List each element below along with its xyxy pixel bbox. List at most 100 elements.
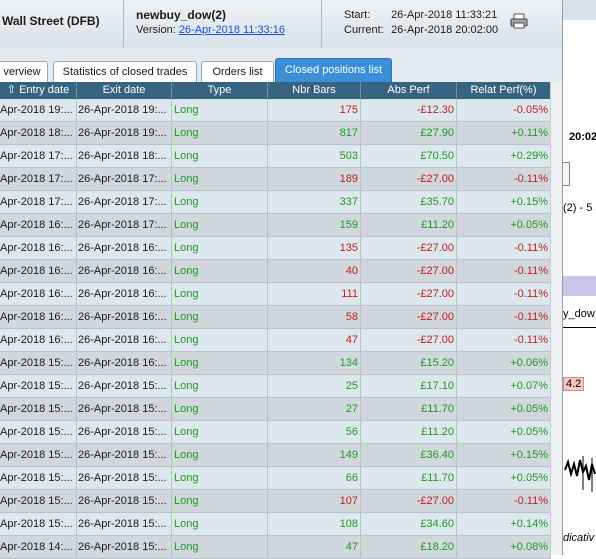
print-icon[interactable]: [510, 13, 528, 29]
sort-up-icon: ⇧: [6, 84, 16, 96]
exit-date-cell: 26-Apr-2018 15:...: [77, 398, 172, 421]
table-row[interactable]: Apr-2018 15:... 26-Apr-2018 15:... Long 149…: [0, 444, 551, 467]
chart-dropdown[interactable]: [563, 162, 570, 186]
entry-date-cell: Apr-2018 14:...: [0, 536, 77, 559]
table-header: ⇧ Entry date Exit date Type Nbr Bars Abs…: [0, 82, 551, 99]
table-row[interactable]: Apr-2018 16:... 26-Apr-2018 16:... Long 58-…: [0, 306, 551, 329]
table-row[interactable]: Apr-2018 15:... 26-Apr-2018 15:... Long 66 £…: [0, 467, 551, 490]
abs-perf-cell: -£27.00: [361, 237, 457, 260]
type-cell: Long: [172, 352, 268, 375]
type-cell: Long: [172, 122, 268, 145]
chart-band: [563, 276, 596, 296]
relat-perf-cell: -0.05%: [457, 99, 551, 122]
tab-orders-list[interactable]: Orders list: [201, 61, 274, 82]
exit-date-cell: 26-Apr-2018 19:...: [77, 122, 172, 145]
abs-perf-cell: -£27.00: [361, 329, 457, 352]
abs-perf-cell: £18.20: [361, 536, 457, 559]
col-exit-date[interactable]: Exit date: [77, 82, 172, 99]
relat-perf-cell: +0.14%: [457, 513, 551, 536]
table-row[interactable]: Apr-2018 18:... 26-Apr-2018 19:... Long 817…: [0, 122, 551, 145]
exit-date-cell: 26-Apr-2018 15:...: [77, 444, 172, 467]
relat-perf-cell: -0.11%: [457, 490, 551, 513]
current-row: Current: 26-Apr-2018 20:02:00: [344, 24, 498, 36]
nbr-bars-cell: 66: [268, 467, 361, 490]
chart-toolbar: [563, 0, 596, 20]
exit-date-cell: 26-Apr-2018 16:...: [77, 237, 172, 260]
table-row[interactable]: Apr-2018 15:... 26-Apr-2018 15:... Long 108…: [0, 513, 551, 536]
abs-perf-cell: £27.90: [361, 122, 457, 145]
table-row[interactable]: Apr-2018 15:... 26-Apr-2018 15:... Long 56 £…: [0, 421, 551, 444]
entry-date-cell: Apr-2018 15:...: [0, 398, 77, 421]
abs-perf-cell: £34.60: [361, 513, 457, 536]
table-row[interactable]: Apr-2018 17:... 26-Apr-2018 18:... Long 503…: [0, 145, 551, 168]
entry-date-cell: Apr-2018 15:...: [0, 444, 77, 467]
current-value: 26-Apr-2018 20:02:00: [391, 24, 499, 36]
type-cell: Long: [172, 421, 268, 444]
table-row[interactable]: Apr-2018 15:... 26-Apr-2018 16:... Long 134…: [0, 352, 551, 375]
table-row[interactable]: Apr-2018 14:... 26-Apr-2018 15:... Long 47 £…: [0, 536, 551, 559]
tab-closed-positions[interactable]: Closed positions list: [275, 58, 392, 82]
relat-perf-cell: +0.11%: [457, 122, 551, 145]
table-row[interactable]: Apr-2018 17:... 26-Apr-2018 17:... Long 189…: [0, 168, 551, 191]
relat-perf-cell: +0.05%: [457, 398, 551, 421]
table-row[interactable]: Apr-2018 16:... 26-Apr-2018 16:... Long 111…: [0, 283, 551, 306]
chart-candles: [564, 456, 596, 492]
col-entry-date[interactable]: ⇧ Entry date: [0, 82, 77, 99]
relat-perf-cell: +0.05%: [457, 467, 551, 490]
chart-series-label: (2) - 5 s: [563, 202, 596, 214]
tab-statistics[interactable]: Statistics of closed trades: [53, 61, 197, 82]
col-abs-perf[interactable]: Abs Perf: [361, 82, 457, 99]
entry-date-cell: Apr-2018 15:...: [0, 513, 77, 536]
entry-date-cell: Apr-2018 18:...: [0, 122, 77, 145]
exit-date-cell: 26-Apr-2018 15:...: [77, 536, 172, 559]
relat-perf-cell: -0.11%: [457, 283, 551, 306]
type-cell: Long: [172, 329, 268, 352]
strategy-header: Wall Street (DFB) newbuy_dow(2) Version:…: [0, 0, 562, 49]
nbr-bars-cell: 111: [268, 283, 361, 306]
nbr-bars-cell: 135: [268, 237, 361, 260]
table-row[interactable]: Apr-2018 17:... 26-Apr-2018 17:... Long 337…: [0, 191, 551, 214]
relat-perf-cell: +0.05%: [457, 214, 551, 237]
col-relat-perf[interactable]: Relat Perf(%): [457, 82, 551, 99]
table-row[interactable]: Apr-2018 15:... 26-Apr-2018 15:... Long 25 £…: [0, 375, 551, 398]
abs-perf-cell: £35.70: [361, 191, 457, 214]
entry-date-cell: Apr-2018 16:...: [0, 214, 77, 237]
type-cell: Long: [172, 168, 268, 191]
exit-date-cell: 26-Apr-2018 16:...: [77, 352, 172, 375]
table-row[interactable]: Apr-2018 16:... 26-Apr-2018 16:... Long 40-…: [0, 260, 551, 283]
col-nbr-bars[interactable]: Nbr Bars: [268, 82, 361, 99]
instrument-name: Wall Street (DFB): [2, 14, 100, 28]
start-row: Start: 26-Apr-2018 11:33:21: [344, 9, 497, 21]
relat-perf-cell: -0.11%: [457, 168, 551, 191]
entry-date-cell: Apr-2018 15:...: [0, 421, 77, 444]
nbr-bars-cell: 58: [268, 306, 361, 329]
table-row[interactable]: Apr-2018 16:... 26-Apr-2018 16:... Long 135…: [0, 237, 551, 260]
version-label: Version:: [136, 24, 176, 36]
type-cell: Long: [172, 283, 268, 306]
exit-date-cell: 26-Apr-2018 17:...: [77, 168, 172, 191]
col-type[interactable]: Type: [172, 82, 268, 99]
version-link[interactable]: 26-Apr-2018 11:33:16: [179, 24, 285, 36]
table-row[interactable]: Apr-2018 16:... 26-Apr-2018 17:... Long 159…: [0, 214, 551, 237]
relat-perf-cell: +0.15%: [457, 191, 551, 214]
abs-perf-cell: £70.50: [361, 145, 457, 168]
exit-date-cell: 26-Apr-2018 19:...: [77, 99, 172, 122]
entry-date-cell: Apr-2018 16:...: [0, 260, 77, 283]
table-row[interactable]: Apr-2018 15:... 26-Apr-2018 15:... Long 27 £…: [0, 398, 551, 421]
abs-perf-cell: -£27.00: [361, 283, 457, 306]
table-row[interactable]: Apr-2018 15:... 26-Apr-2018 15:... Long 107…: [0, 490, 551, 513]
tab-bar: verview Statistics of closed trades Orde…: [0, 48, 562, 82]
tab-overview[interactable]: verview: [0, 61, 48, 82]
entry-date-cell: Apr-2018 15:...: [0, 352, 77, 375]
instrument-panel: Wall Street (DFB): [0, 0, 124, 48]
table-row[interactable]: Apr-2018 19:... 26-Apr-2018 19:... Long 175…: [0, 99, 551, 122]
entry-date-cell: Apr-2018 17:...: [0, 145, 77, 168]
abs-perf-cell: £11.20: [361, 421, 457, 444]
type-cell: Long: [172, 99, 268, 122]
nbr-bars-cell: 107: [268, 490, 361, 513]
entry-date-cell: Apr-2018 17:...: [0, 168, 77, 191]
version-line: Version: 26-Apr-2018 11:33:16: [136, 24, 285, 36]
relat-perf-cell: -0.11%: [457, 329, 551, 352]
nbr-bars-cell: 56: [268, 421, 361, 444]
table-row[interactable]: Apr-2018 16:... 26-Apr-2018 16:... Long 47-…: [0, 329, 551, 352]
